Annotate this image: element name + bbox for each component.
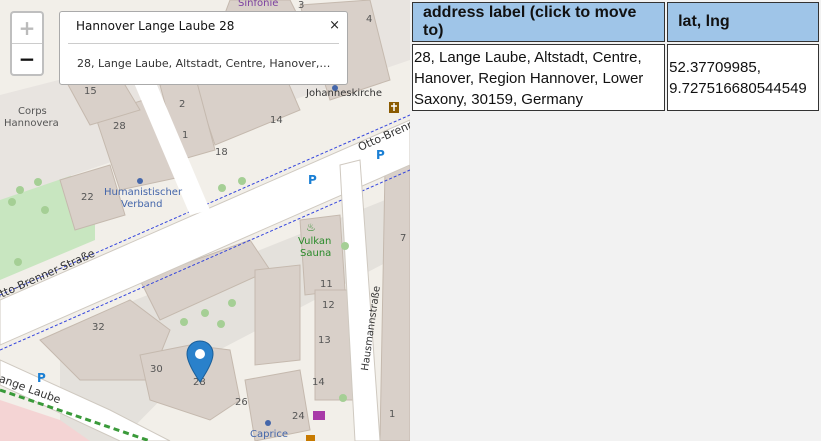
map-label-verband: Verband <box>121 199 163 210</box>
results-panel: address label (click to move to) lat, ln… <box>410 0 821 441</box>
address-cell[interactable]: 28, Lange Laube, Altstadt, Centre, Hanov… <box>412 44 666 111</box>
latlng-cell: 52.37709985, 9.727516680544549 <box>667 44 819 111</box>
svg-text:P: P <box>308 173 317 187</box>
house-number: 18 <box>215 147 228 158</box>
map-label-sinfonie: Sinfonie <box>238 0 279 9</box>
zoom-control: + − <box>10 11 44 76</box>
close-icon[interactable]: × <box>329 18 340 33</box>
house-number: 1 <box>389 409 396 420</box>
parking-icon: P <box>37 371 46 385</box>
zoom-out-button[interactable]: − <box>12 44 42 74</box>
house-number: 14 <box>270 115 283 126</box>
house-number: 4 <box>366 14 373 25</box>
house-number: 3 <box>298 0 305 11</box>
map-label-corps: Corps <box>18 106 47 117</box>
house-number: 30 <box>150 364 163 375</box>
svg-text:P: P <box>376 148 385 162</box>
house-number: 13 <box>318 335 331 346</box>
address-table: address label (click to move to) lat, ln… <box>410 0 821 113</box>
map-label-johanneskirche: Johanneskirche <box>306 88 383 99</box>
theatre-icon <box>313 411 325 420</box>
house-number: 15 <box>84 86 97 97</box>
column-header-address: address label (click to move to) <box>412 2 666 42</box>
house-number: 28 <box>113 121 126 132</box>
house-number: 12 <box>322 300 335 311</box>
map-label-humanistischer: Humanistischer <box>104 187 183 198</box>
location-marker-icon[interactable] <box>186 340 214 384</box>
svg-text:P: P <box>37 371 46 385</box>
house-number: 1 <box>182 130 189 141</box>
divider <box>68 43 339 44</box>
map-view[interactable]: Sinfonie Corps Hannovera Johanneskirche … <box>0 0 410 441</box>
cafe-icon <box>306 435 315 441</box>
house-number: 26 <box>235 397 248 408</box>
house-number: 7 <box>400 233 407 244</box>
house-number: 2 <box>179 99 186 110</box>
map-label-sauna: Sauna <box>300 248 332 259</box>
zoom-in-button[interactable]: + <box>12 13 42 44</box>
map-label-hannovera: Hannovera <box>4 118 59 129</box>
church-icon <box>389 102 399 113</box>
house-number: 22 <box>81 192 94 203</box>
search-input[interactable]: Hannover Lange Laube 28 <box>76 19 234 33</box>
map-label-caprice: Caprice <box>250 429 288 440</box>
house-number: 32 <box>92 322 105 333</box>
map-label-vulkan: Vulkan <box>298 236 332 247</box>
parking-icon: P <box>376 148 385 162</box>
parking-icon: P <box>308 173 317 187</box>
table-row[interactable]: 28, Lange Laube, Altstadt, Centre, Hanov… <box>412 44 819 111</box>
svg-text:♨: ♨ <box>306 221 316 234</box>
search-result-item[interactable]: 28, Lange Laube, Altstadt, Centre, Hanov… <box>77 57 332 70</box>
column-header-latlng: lat, lng <box>667 2 819 42</box>
geocoder-search-panel: Hannover Lange Laube 28 × 28, Lange Laub… <box>59 11 348 85</box>
house-number: 24 <box>292 411 305 422</box>
house-number: 14 <box>312 377 325 388</box>
sauna-icon: ♨ <box>306 221 316 234</box>
house-number: 11 <box>320 279 333 290</box>
